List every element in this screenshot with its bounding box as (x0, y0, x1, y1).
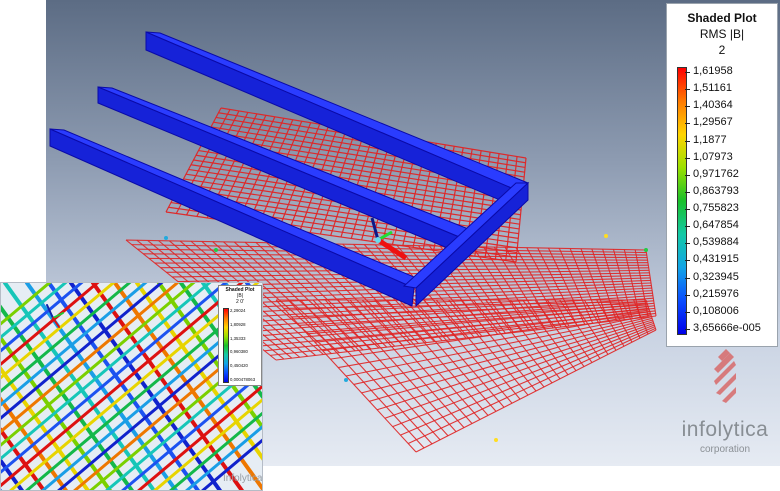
legend-quantity: RMS |B| (699, 27, 745, 41)
inset-legend-tick-label: 2,29024 (230, 308, 246, 313)
inset-legend-step: 2 0' (236, 299, 244, 305)
mesh-node (214, 248, 218, 252)
brand-mark-icon (714, 349, 736, 403)
mesh-node (494, 438, 498, 442)
legend-title: Shaded Plot (687, 11, 757, 25)
mesh-bar (160, 264, 649, 269)
legend-tick-label: 0,108006 (693, 304, 739, 317)
legend-tick-label: 0,323945 (693, 270, 739, 283)
legend-panel: Shaded Plot RMS |B| 2 1,61958 1,51161 1,40… (666, 3, 778, 347)
legend-tick-label: 0,431915 (693, 253, 739, 266)
legend-tick-label: 1,29567 (693, 116, 733, 129)
legend-tick-label: 0,755823 (693, 202, 739, 215)
legend-tick-label: 1,61958 (693, 65, 733, 77)
legend-tick-label: 0,863793 (693, 184, 739, 197)
mesh-node (644, 248, 648, 252)
brand-name: infolytica (681, 418, 769, 441)
legend-tick-label: 0,215976 (693, 287, 739, 300)
legend-tick-label: 0,647854 (693, 219, 739, 232)
coil-conductor (49, 31, 530, 308)
inset-legend-tick-label: 0,450420 (230, 363, 248, 369)
inset-legend-tick-label: 1,80928 (230, 321, 246, 327)
brand-subtitle: corporation (699, 444, 751, 455)
inset-legend-tick-label: 0,000478063 (230, 377, 256, 382)
legend-tick-label: 1,07973 (693, 150, 733, 163)
mesh-node (604, 234, 608, 238)
legend-tick-label: 0,539884 (693, 236, 739, 249)
mesh-bar (407, 327, 656, 445)
legend-tick-label: 1,40364 (693, 99, 733, 112)
legend-tick-label: 1,51161 (693, 82, 732, 95)
legend-tick-label: 1,1877 (693, 133, 727, 146)
inset-legend-color-bar (223, 308, 229, 383)
legend-tick-label: 3,65666e-005 (693, 322, 761, 334)
mesh-node (344, 378, 348, 382)
inset-legend-tick-label: 1,35333 (230, 335, 246, 341)
legend-step: 2 (718, 43, 726, 57)
inset-legend: Shaded Plot |B| 2 0' 2,29024 1,80928 1,353… (218, 285, 262, 386)
inset-brand: Infolytica (223, 473, 263, 484)
detail-inset-view[interactable]: Shaded Plot |B| 2 0' 2,29024 1,80928 1,353… (0, 282, 263, 491)
mesh-node (164, 236, 168, 240)
legend-tick-label: 0,971762 (693, 167, 739, 180)
inset-legend-tick-label: 0,960380 (230, 349, 248, 355)
brand-logo: infolytica corporation (670, 345, 780, 465)
